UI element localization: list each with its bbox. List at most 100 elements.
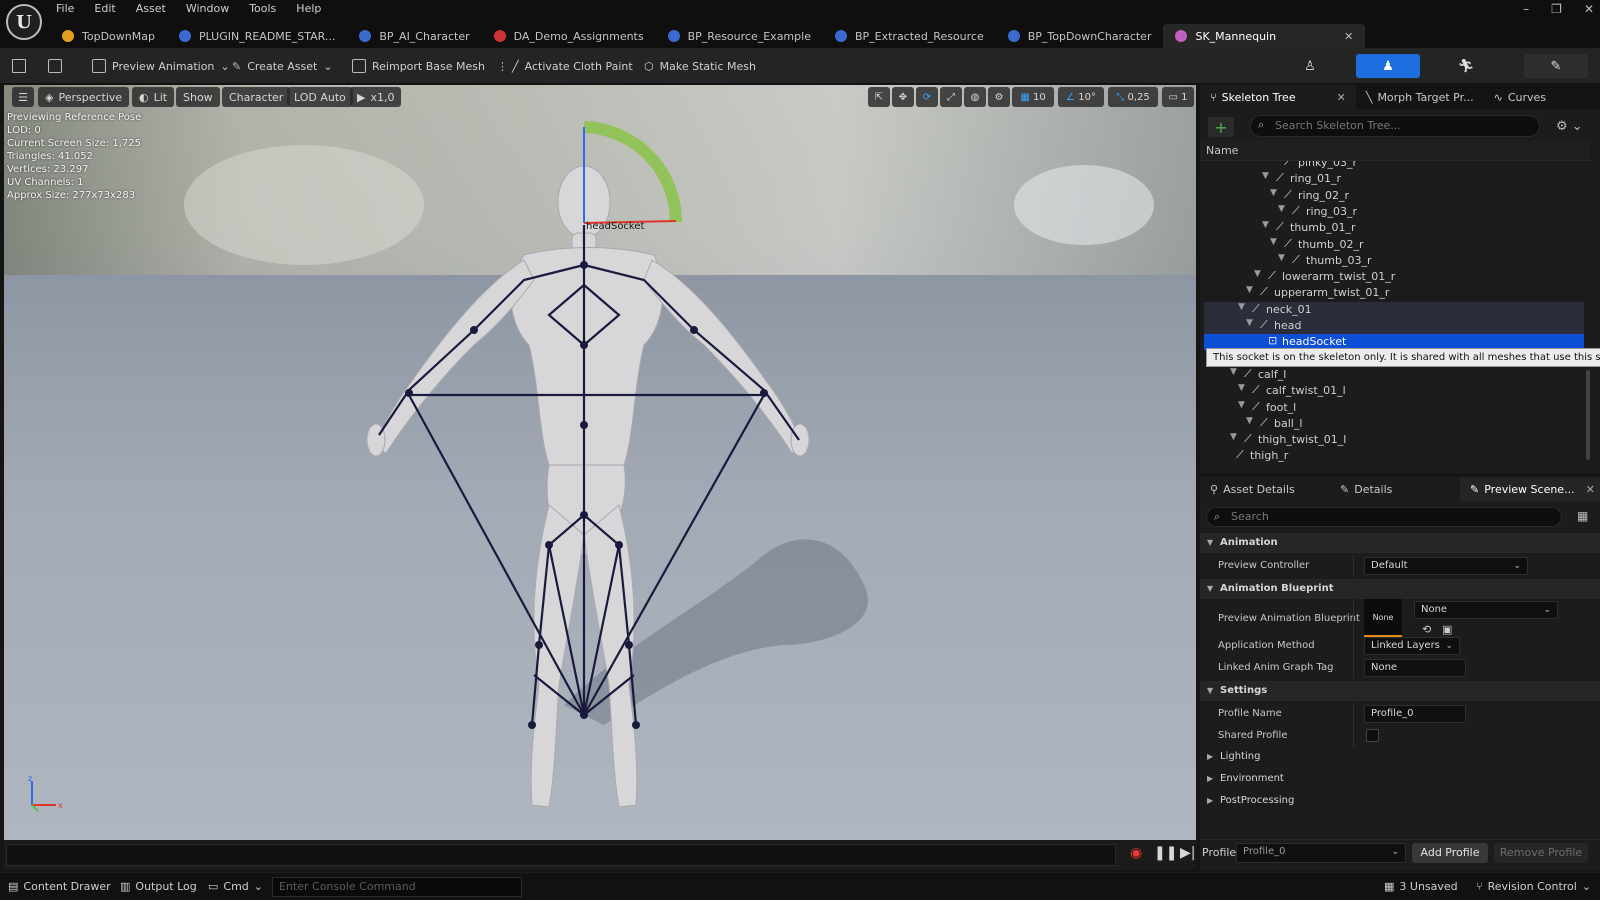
- menu-edit[interactable]: Edit: [94, 2, 115, 20]
- expand-arrow-icon[interactable]: ▼: [1246, 416, 1253, 426]
- preview-blueprint-dropdown[interactable]: None ⌄: [1414, 601, 1558, 619]
- revision-control-button[interactable]: ⑂ Revision Control ⌄: [1476, 880, 1591, 893]
- output-log-button[interactable]: ▥ Output Log: [120, 880, 197, 893]
- bone-row[interactable]: ▼ ⟋ foot_l: [1204, 400, 1584, 416]
- tab-skeleton-tree[interactable]: ⑂ Skeleton Tree ✕: [1200, 85, 1356, 109]
- details-search-input[interactable]: Search: [1206, 507, 1562, 527]
- add-bone-button[interactable]: +: [1208, 117, 1234, 137]
- menu-file[interactable]: File: [56, 2, 74, 20]
- tab-bp-extracted-resource[interactable]: BP_Extracted_Resource: [823, 24, 996, 48]
- bone-row[interactable]: ▼ ⟋ ball_l: [1204, 416, 1584, 432]
- mesh-mode-button[interactable]: ♟: [1356, 54, 1420, 78]
- property-matrix-icon[interactable]: ▦: [1577, 509, 1588, 523]
- tab-preview-scene[interactable]: ✎ Preview Scene... ✕: [1460, 477, 1600, 501]
- expand-arrow-icon[interactable]: ▼: [1262, 220, 1269, 230]
- close-window-icon[interactable]: ✕: [1584, 2, 1594, 16]
- profile-name-input[interactable]: Profile_0: [1364, 705, 1466, 723]
- profile-dropdown[interactable]: Profile_0 ⌄: [1236, 843, 1406, 863]
- bone-row[interactable]: ▼ ⟋ lowerarm_twist_01_r: [1204, 269, 1584, 285]
- expand-arrow-icon[interactable]: ▼: [1238, 383, 1245, 393]
- rotate-tool-icon[interactable]: ⟳: [916, 87, 938, 107]
- close-tab-icon[interactable]: ✕: [1586, 483, 1595, 496]
- linked-tag-input[interactable]: None: [1364, 659, 1466, 677]
- browse-icon[interactable]: [48, 54, 62, 78]
- step-forward-icon[interactable]: ▶|: [1180, 845, 1195, 861]
- shared-profile-checkbox[interactable]: [1366, 729, 1379, 742]
- camera-speed-button[interactable]: ▭ 1: [1162, 87, 1194, 107]
- bone-row[interactable]: ⟋ thigh_r: [1204, 448, 1584, 464]
- make-static-mesh-button[interactable]: ⬡ Make Static Mesh: [644, 54, 756, 78]
- tab-details[interactable]: ✎ Details: [1330, 477, 1460, 501]
- menu-asset[interactable]: Asset: [136, 2, 166, 20]
- tab-morph-target[interactable]: ╲ Morph Target Pr...: [1356, 85, 1484, 109]
- expand-arrow-icon[interactable]: ▼: [1238, 302, 1245, 312]
- menu-help[interactable]: Help: [296, 2, 321, 20]
- application-method-dropdown[interactable]: Linked Layers ⌄: [1364, 637, 1460, 655]
- tab-topdownmap[interactable]: TopDownMap: [50, 24, 167, 48]
- tab-bp-ai-character[interactable]: BP_AI_Character: [347, 24, 481, 48]
- character-button[interactable]: Character: [222, 87, 291, 107]
- preview-animation-button[interactable]: Preview Animation ⌄: [92, 54, 230, 78]
- expand-arrow-icon[interactable]: ▼: [1230, 367, 1237, 377]
- close-tab-icon[interactable]: ✕: [1344, 30, 1353, 43]
- physics-mode-button[interactable]: ✎: [1524, 54, 1588, 78]
- content-drawer-button[interactable]: ▤ Content Drawer: [8, 880, 111, 893]
- bone-row[interactable]: ▼ ⟋ ring_02_r: [1204, 188, 1584, 204]
- section-environment[interactable]: ▶ Environment: [1200, 769, 1600, 789]
- bone-row[interactable]: ▼ ⟋ ring_03_r: [1204, 204, 1584, 220]
- bone-row[interactable]: ▼ ⟋ calf_l: [1204, 367, 1584, 383]
- bone-row[interactable]: ▼ ⟋ upperarm_twist_01_r: [1204, 285, 1584, 301]
- tab-bp-topdowncharacter[interactable]: BP_TopDownCharacter: [996, 24, 1164, 48]
- close-tab-icon[interactable]: ✕: [1337, 91, 1346, 104]
- menu-window[interactable]: Window: [186, 2, 229, 20]
- expand-arrow-icon[interactable]: ▼: [1278, 204, 1285, 214]
- expand-arrow-icon[interactable]: ▼: [1246, 285, 1253, 295]
- bone-row[interactable]: ▼ ⟋ calf_twist_01_l: [1204, 383, 1584, 399]
- bone-row[interactable]: ⟋ pinky_03_r: [1204, 161, 1584, 171]
- expand-arrow-icon[interactable]: ▼: [1278, 253, 1285, 263]
- expand-arrow-icon[interactable]: ▼: [1270, 188, 1277, 198]
- remove-profile-button[interactable]: Remove Profile: [1494, 843, 1588, 863]
- tree-scrollbar[interactable]: [1586, 370, 1590, 460]
- bone-row[interactable]: ▼ ⟋ head: [1204, 318, 1584, 334]
- tab-sk-mannequin[interactable]: SK_Mannequin ✕: [1163, 24, 1366, 48]
- unreal-logo-icon[interactable]: U: [6, 4, 42, 40]
- settings-gear-icon[interactable]: ⚙ ⌄: [1556, 119, 1583, 134]
- tab-plugin-readme-star[interactable]: PLUGIN_README_STAR...: [167, 24, 347, 48]
- save-icon[interactable]: [12, 54, 26, 78]
- rotation-snap-button[interactable]: ∠ 10°: [1058, 87, 1104, 107]
- cmd-button[interactable]: ▭ Cmd ⌄: [208, 880, 263, 893]
- bone-row[interactable]: ▼ ⟋ neck_01: [1204, 301, 1584, 318]
- reimport-base-mesh-button[interactable]: Reimport Base Mesh ⋮: [352, 54, 508, 78]
- section-lighting[interactable]: ▶ Lighting: [1200, 747, 1600, 767]
- lod-button[interactable]: LOD Auto: [287, 87, 353, 107]
- play-speed-button[interactable]: ▶ x1,0: [350, 87, 402, 107]
- lit-button[interactable]: ◐ Lit: [132, 87, 175, 107]
- bone-row[interactable]: ▼ ⟋ thumb_01_r: [1204, 220, 1584, 236]
- show-button[interactable]: Show: [176, 87, 220, 107]
- scale-snap-button[interactable]: ⤡ 0,25: [1108, 87, 1158, 107]
- viewport[interactable]: headSocket ☰ ◈ Perspective ◐ Lit Show Char…: [4, 85, 1196, 840]
- perspective-button[interactable]: ◈ Perspective: [38, 87, 130, 107]
- menu-tools[interactable]: Tools: [249, 2, 276, 20]
- grid-snap-button[interactable]: ▦ 10: [1012, 87, 1054, 107]
- viewport-menu-icon[interactable]: ☰: [12, 87, 34, 107]
- minimize-icon[interactable]: –: [1523, 2, 1529, 16]
- mannequin-render[interactable]: [4, 85, 1196, 840]
- create-asset-button[interactable]: ✎ Create Asset ⌄: [232, 54, 333, 78]
- surface-snap-icon[interactable]: ⚙: [988, 87, 1010, 107]
- tab-asset-details[interactable]: ⚲ Asset Details: [1200, 477, 1330, 501]
- expand-arrow-icon[interactable]: ▼: [1238, 400, 1245, 410]
- record-icon[interactable]: ◉: [1130, 845, 1142, 861]
- tab-bp-resource-example[interactable]: BP_Resource_Example: [656, 24, 823, 48]
- world-space-icon[interactable]: ◍: [964, 87, 986, 107]
- timeline-track[interactable]: [6, 844, 1116, 866]
- expand-arrow-icon[interactable]: ▼: [1246, 318, 1253, 328]
- unsaved-button[interactable]: ▦ 3 Unsaved: [1384, 880, 1458, 893]
- animation-mode-button[interactable]: 🏃︎: [1434, 54, 1498, 78]
- console-input[interactable]: Enter Console Command: [272, 877, 522, 897]
- asset-thumbnail[interactable]: None: [1364, 599, 1402, 637]
- section-animation-blueprint[interactable]: ▼ Animation Blueprint: [1200, 579, 1600, 599]
- maximize-icon[interactable]: ❐: [1551, 2, 1562, 16]
- more-options-icon[interactable]: ⋮: [497, 60, 508, 73]
